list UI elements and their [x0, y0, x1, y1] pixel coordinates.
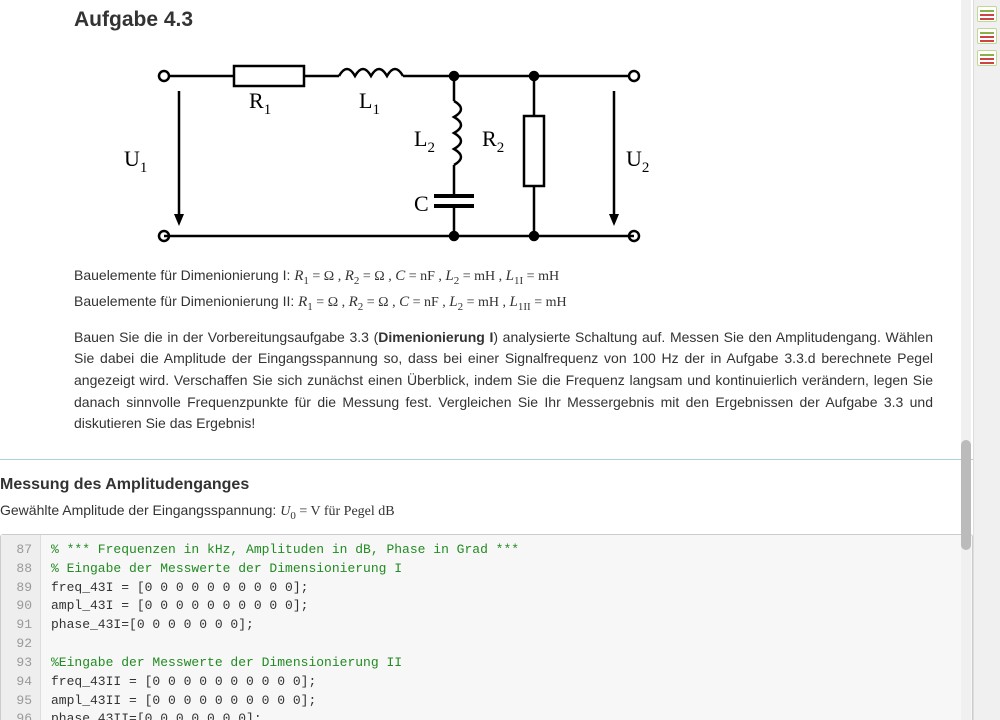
svg-text:R1: R1: [249, 88, 271, 118]
circuit-diagram: U1 R1 L1 L2 C R2 U2: [104, 46, 933, 249]
amplitude-line: Gewählte Amplitude der Eingangsspannung:…: [0, 502, 973, 522]
scroll-thumb[interactable]: [961, 440, 971, 550]
code-input[interactable]: 87 88 89 90 91 92 93 94 95 96 97 % *** F…: [0, 534, 973, 720]
svg-text:L2: L2: [414, 126, 435, 156]
page-thumb[interactable]: [977, 28, 997, 44]
svg-text:U1: U1: [124, 146, 147, 176]
svg-text:R2: R2: [482, 126, 504, 156]
scrollbar[interactable]: [961, 0, 971, 720]
line-gutter: 87 88 89 90 91 92 93 94 95 96 97: [1, 535, 41, 720]
code-text[interactable]: % *** Frequenzen in kHz, Amplituden in d…: [41, 535, 972, 720]
task-heading: Aufgabe 4.3: [74, 8, 933, 32]
svg-text:U2: U2: [626, 146, 649, 176]
thumbnail-sidebar: [974, 0, 1000, 720]
svg-text:L1: L1: [359, 88, 380, 118]
params-dim-2: Bauelemente für Dimenionierung II: R1 = …: [74, 293, 933, 313]
page-thumb[interactable]: [977, 50, 997, 66]
params-dim-1: Bauelemente für Dimenionierung I: R1 = Ω…: [74, 267, 933, 287]
task-instructions: Bauen Sie die in der Vorbereitungsaufgab…: [74, 327, 933, 435]
cell-title: Messung des Amplitudenganges: [0, 476, 973, 494]
document-main: Aufgabe 4.3: [0, 0, 974, 720]
page-thumb[interactable]: [977, 6, 997, 22]
notebook-cell[interactable]: Messung des Amplitudenganges Gewählte Am…: [0, 459, 973, 720]
svg-text:C: C: [414, 191, 429, 216]
